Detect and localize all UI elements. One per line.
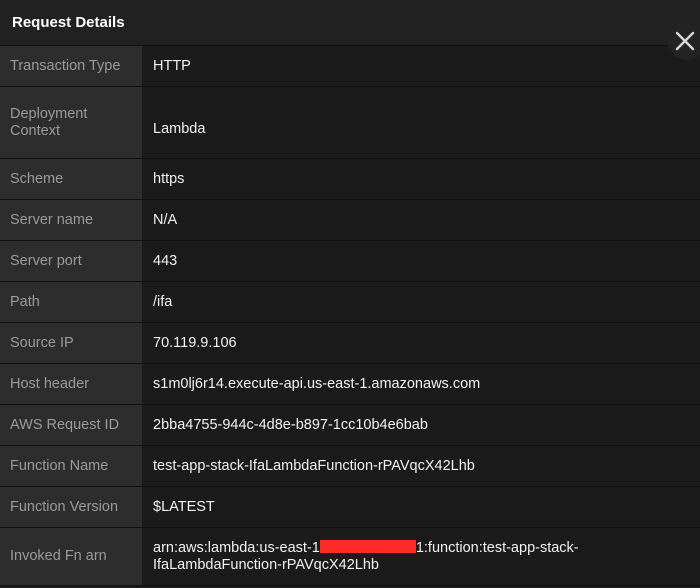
table-row: AWS Request ID 2bba4755-944c-4d8e-b897-1… [0, 404, 700, 446]
request-details-dialog: Request Details Transaction Type HTTP De… [0, 0, 700, 588]
dialog-title: Request Details [12, 14, 125, 31]
row-value: /ifa [142, 281, 700, 323]
table-row: Scheme https [0, 158, 700, 200]
row-value: 443 [142, 240, 700, 282]
row-value: test-app-stack-IfaLambdaFunction-rPAVqcX… [142, 445, 700, 487]
row-value: Lambda [142, 86, 700, 159]
row-label: Transaction Type [0, 46, 142, 87]
row-label: Invoked Fn arn [0, 527, 142, 586]
row-label: Scheme [0, 158, 142, 200]
row-value: s1m0lj6r14.execute-api.us-east-1.amazona… [142, 363, 700, 405]
table-row: Deployment Context Lambda [0, 86, 700, 159]
table-row: Server port 443 [0, 240, 700, 282]
table-row: Invoked Fn arn arn:aws:lambda:us-east-1 1… [0, 527, 700, 586]
row-label: Source IP [0, 322, 142, 364]
close-icon [675, 31, 695, 51]
arn-prefix: arn:aws:lambda:us-east-1 [153, 539, 320, 556]
table-row: Path /ifa [0, 281, 700, 323]
table-row: Transaction Type HTTP [0, 46, 700, 87]
row-label: AWS Request ID [0, 404, 142, 446]
table-row: Function Version $LATEST [0, 486, 700, 528]
close-button[interactable] [668, 22, 700, 60]
row-label: Host header [0, 363, 142, 405]
row-label: Path [0, 281, 142, 323]
row-value-arn: arn:aws:lambda:us-east-1 1:function:test-… [142, 527, 700, 586]
row-label: Function Name [0, 445, 142, 487]
row-label: Server port [0, 240, 142, 282]
row-value: 70.119.9.106 [142, 322, 700, 364]
row-value: $LATEST [142, 486, 700, 528]
row-label: Function Version [0, 486, 142, 528]
row-value: https [142, 158, 700, 200]
row-label: Deployment Context [0, 86, 142, 159]
table-row: Host header s1m0lj6r14.execute-api.us-ea… [0, 363, 700, 405]
table-row: Source IP 70.119.9.106 [0, 322, 700, 364]
dialog-header: Request Details [0, 0, 700, 46]
row-value: N/A [142, 199, 700, 241]
row-value: HTTP [142, 46, 700, 87]
row-value: 2bba4755-944c-4d8e-b897-1cc10b4e6bab [142, 404, 700, 446]
details-table: Transaction Type HTTP Deployment Context… [0, 46, 700, 586]
row-label: Server name [0, 199, 142, 241]
table-row: Function Name test-app-stack-IfaLambdaFu… [0, 445, 700, 487]
table-row: Server name N/A [0, 199, 700, 241]
redaction-block [319, 539, 416, 553]
